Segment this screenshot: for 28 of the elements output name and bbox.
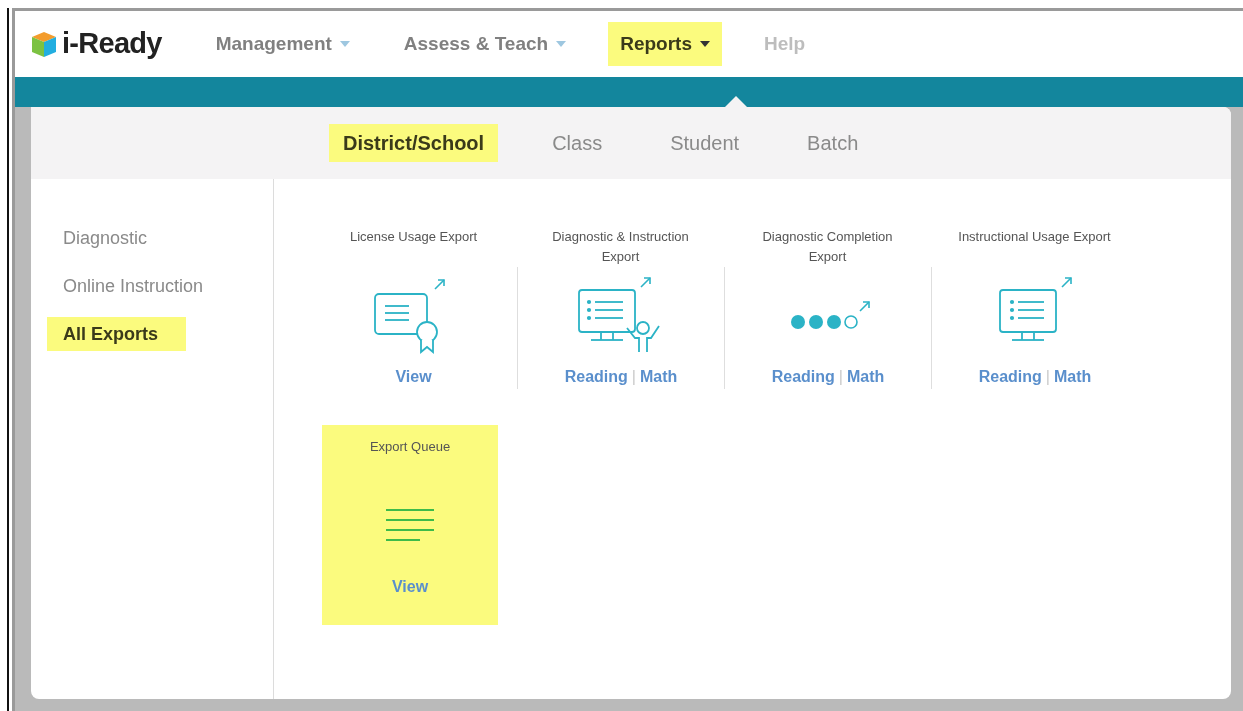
link-separator: | xyxy=(838,367,843,387)
sidebar-item[interactable]: All Exports xyxy=(47,317,187,351)
export-link[interactable]: Reading xyxy=(771,365,835,389)
export-link[interactable]: Math xyxy=(1053,365,1092,389)
export-link[interactable]: Math xyxy=(639,365,678,389)
cube-logo-icon xyxy=(30,30,58,58)
nav-menu-item[interactable]: Reports xyxy=(608,22,722,66)
export-link[interactable]: Reading xyxy=(564,365,628,389)
link-separator: | xyxy=(631,367,636,387)
sidebar-item[interactable]: Diagnostic xyxy=(47,221,164,255)
report-tab[interactable]: Batch xyxy=(793,124,873,162)
report-tab[interactable]: District/School xyxy=(329,124,499,162)
export-title: Instructional Usage Export xyxy=(957,228,1112,246)
export-title: Export Queue xyxy=(368,438,452,456)
export-link[interactable]: Reading xyxy=(978,365,1042,389)
logo-text: i-Ready xyxy=(62,26,162,62)
export-link[interactable]: View xyxy=(395,365,432,389)
export-title: Diagnostic & Instruction Export xyxy=(551,228,690,266)
nav-menu-item[interactable]: Management xyxy=(203,22,362,66)
link-separator: | xyxy=(1045,367,1050,387)
export-link[interactable]: Math xyxy=(846,365,885,389)
sidebar-item[interactable]: Online Instruction xyxy=(47,269,220,303)
report-tab[interactable]: Class xyxy=(538,124,617,162)
export-title: License Usage Export xyxy=(348,228,479,246)
export-link[interactable]: View xyxy=(391,575,429,599)
report-tab[interactable]: Student xyxy=(656,124,754,162)
export-title: Diagnostic Completion Export xyxy=(761,228,894,266)
nav-menu-item[interactable]: Assess & Teach xyxy=(391,22,579,66)
